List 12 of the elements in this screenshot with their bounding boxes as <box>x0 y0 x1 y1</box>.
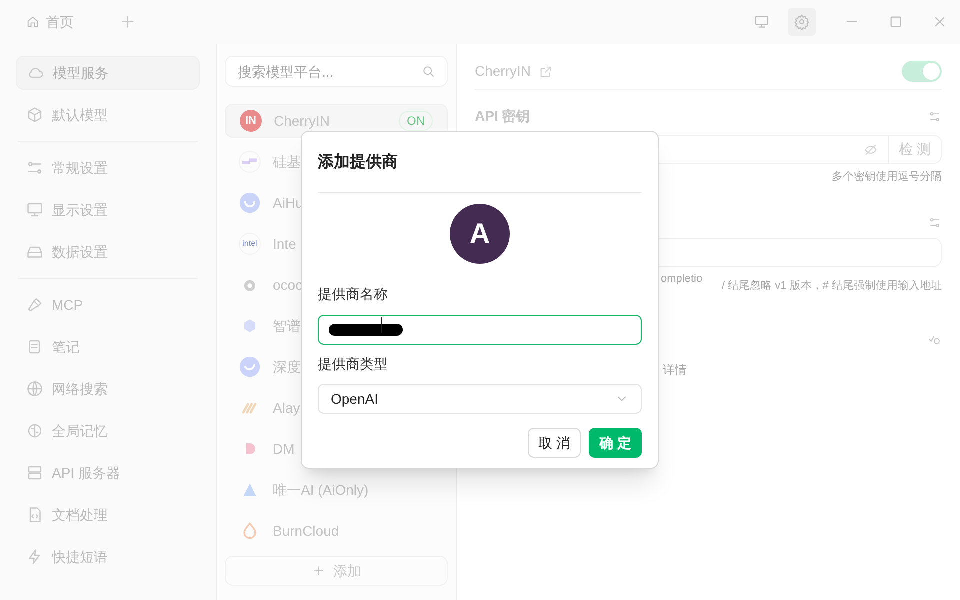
provider-logo: intel <box>239 233 261 255</box>
section-label: API 密钥 <box>475 107 530 126</box>
hint-text: / 结尾忽略 v1 版本，# 结尾强制使用输入地址 <box>722 278 942 294</box>
provider-logo: IN <box>240 110 262 132</box>
field-label: 提供商类型 <box>318 355 389 374</box>
provider-title: CherryIN <box>475 62 532 81</box>
dialog-title: 添加提供商 <box>318 132 642 193</box>
field-label: 提供商名称 <box>318 285 389 304</box>
hint-text: 多个密钥使用逗号分隔 <box>831 170 942 185</box>
hint-text: ompletio <box>661 272 703 286</box>
avatar: A <box>450 204 510 264</box>
details-text: 详情 <box>662 362 688 379</box>
